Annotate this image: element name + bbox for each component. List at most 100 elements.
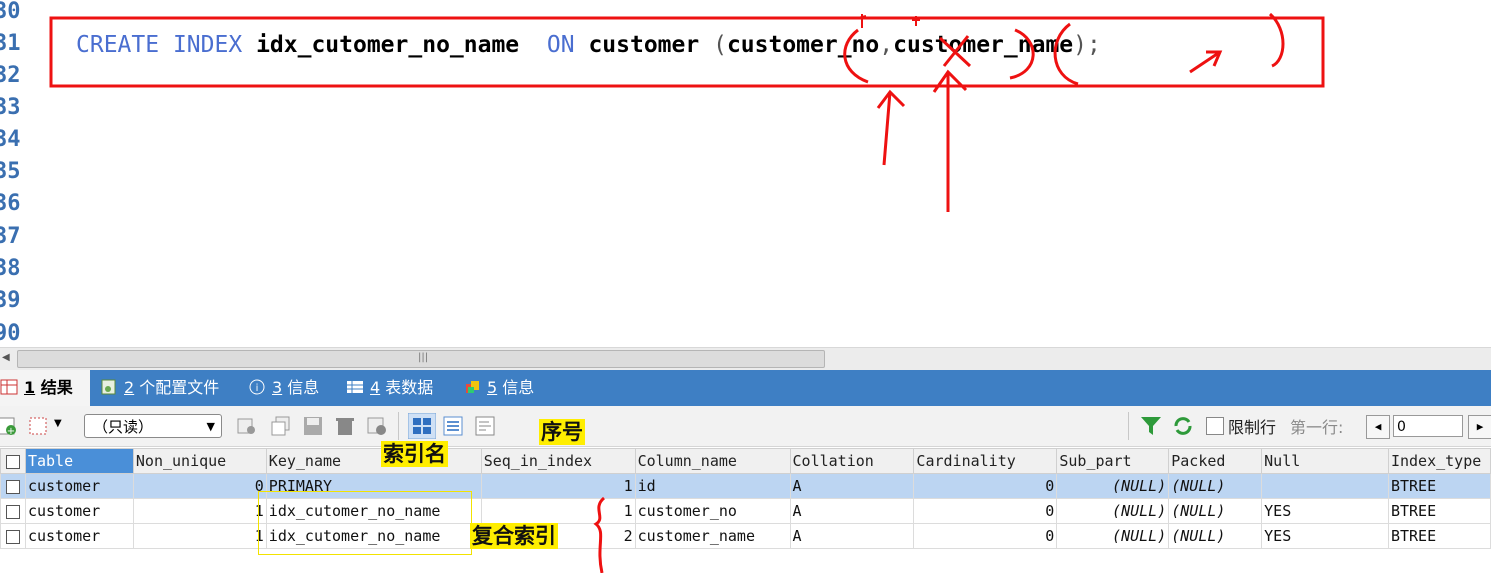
table-row[interactable]: customer 1 idx_cutomer_no_name 1 custome… xyxy=(0,498,1491,524)
column-header[interactable]: Index_type xyxy=(1387,448,1491,474)
cell-table[interactable]: customer xyxy=(24,473,134,499)
cell-cardinality[interactable]: 0 xyxy=(913,523,1058,549)
cell-non-unique[interactable]: 1 xyxy=(132,498,267,524)
index-table: Table Non_unique Key_name Seq_in_index C… xyxy=(0,448,1491,549)
cell-column-name[interactable]: id xyxy=(634,473,791,499)
cell-column-name[interactable]: customer_no xyxy=(634,498,791,524)
cell-seq-in-index[interactable]: 1 xyxy=(480,498,636,524)
checkbox[interactable] xyxy=(5,529,20,544)
limit-rows-checkbox[interactable] xyxy=(1206,417,1224,435)
scroll-left-arrow-icon[interactable]: ◀ xyxy=(2,352,10,363)
delete-row-icon[interactable] xyxy=(28,415,50,437)
cell-seq-in-index[interactable]: 1 xyxy=(480,473,636,499)
sql-editor[interactable]: 30 31 32 33 34 35 36 37 38 39 90 CREATE … xyxy=(0,0,1491,347)
cell-collation[interactable]: A xyxy=(789,498,915,524)
checkbox[interactable] xyxy=(5,479,20,494)
select-all-checkbox[interactable] xyxy=(0,448,26,474)
horizontal-scrollbar[interactable]: ◀ ||| xyxy=(0,347,1491,370)
tab-label: 信息 xyxy=(497,378,535,397)
refresh-icon[interactable] xyxy=(1172,415,1194,437)
dropdown-arrow-icon[interactable]: ▼ xyxy=(54,418,62,429)
filter-icon[interactable] xyxy=(1140,415,1162,437)
column-header[interactable]: Key_name xyxy=(265,448,482,474)
table-token: customer xyxy=(588,32,700,58)
cell-packed[interactable]: (NULL) xyxy=(1168,473,1263,499)
cell-table[interactable]: customer xyxy=(24,498,134,524)
chevron-down-icon: ▼ xyxy=(206,420,215,433)
tab-results[interactable]: 1 结果 xyxy=(0,370,90,406)
row-checkbox[interactable] xyxy=(0,498,26,524)
cell-sub-part[interactable]: (NULL) xyxy=(1056,498,1170,524)
column-header[interactable]: Collation xyxy=(789,448,915,474)
cell-packed[interactable]: (NULL) xyxy=(1168,498,1263,524)
line-number: 32 xyxy=(0,63,21,88)
tab-number: 1 xyxy=(24,378,36,397)
table-row[interactable]: customer 1 idx_cutomer_no_name 2 custome… xyxy=(0,523,1491,549)
cell-null[interactable] xyxy=(1261,473,1389,499)
column-header[interactable]: Null xyxy=(1261,448,1389,474)
chevron-left-icon: ◀ xyxy=(1374,420,1382,433)
next-page-button[interactable]: ▶ xyxy=(1468,415,1491,439)
info-icon xyxy=(466,381,479,393)
cell-cardinality[interactable]: 0 xyxy=(913,498,1058,524)
composite-index-annotation: 复合索引 xyxy=(470,523,558,549)
checkbox[interactable] xyxy=(5,454,20,469)
previous-page-button[interactable]: ◀ xyxy=(1366,415,1390,439)
refresh-data-icon[interactable] xyxy=(236,415,258,437)
tab-table-data[interactable]: 4 表数据 xyxy=(346,370,433,406)
cell-non-unique[interactable]: 1 xyxy=(132,523,267,549)
line-number: 34 xyxy=(0,127,21,152)
cell-column-name[interactable]: customer_name xyxy=(634,523,791,549)
cell-collation[interactable]: A xyxy=(789,523,915,549)
column-header[interactable]: Column_name xyxy=(634,448,791,474)
open-paren-token: ( xyxy=(713,32,727,58)
tab-info[interactable]: i 3 信息 xyxy=(248,370,319,406)
keyword-index: INDEX xyxy=(172,32,243,58)
tab-info-5[interactable]: 5 信息 xyxy=(463,370,534,406)
save-icon[interactable] xyxy=(302,415,324,437)
row-checkbox[interactable] xyxy=(0,473,26,499)
cell-sub-part[interactable]: (NULL) xyxy=(1056,473,1170,499)
cell-null[interactable]: YES xyxy=(1261,498,1389,524)
cell-table[interactable]: customer xyxy=(24,523,134,549)
column-token-1: customer_no xyxy=(726,32,880,58)
add-row-icon[interactable]: + xyxy=(0,415,18,437)
column-header[interactable]: Sub_part xyxy=(1056,448,1170,474)
cancel-changes-icon[interactable] xyxy=(366,415,388,437)
row-checkbox[interactable] xyxy=(0,523,26,549)
cell-collation[interactable]: A xyxy=(789,473,915,499)
result-grid-icon xyxy=(0,379,18,395)
cell-cardinality[interactable]: 0 xyxy=(913,473,1058,499)
column-header[interactable]: Seq_in_index xyxy=(480,448,636,474)
tab-profiles[interactable]: 2 个配置文件 xyxy=(100,370,219,406)
cell-null[interactable]: YES xyxy=(1261,523,1389,549)
grid-view-icon[interactable] xyxy=(408,413,436,439)
sql-statement[interactable]: CREATE INDEX idx_cutomer_no_name ON cust… xyxy=(76,30,1101,60)
cell-index-type[interactable]: BTREE xyxy=(1387,523,1491,549)
cell-key-name[interactable]: PRIMARY xyxy=(265,473,482,499)
cell-index-type[interactable]: BTREE xyxy=(1387,498,1491,524)
cell-index-type[interactable]: BTREE xyxy=(1387,473,1491,499)
first-row-input[interactable]: 0 xyxy=(1393,415,1463,437)
trash-icon[interactable] xyxy=(334,415,356,437)
column-header[interactable]: Non_unique xyxy=(132,448,267,474)
cell-non-unique[interactable]: 0 xyxy=(132,473,267,499)
column-header[interactable]: Packed xyxy=(1168,448,1263,474)
tab-label: 个配置文件 xyxy=(134,378,220,397)
cell-packed[interactable]: (NULL) xyxy=(1168,523,1263,549)
line-number: 31 xyxy=(0,31,21,56)
duplicate-row-icon[interactable] xyxy=(270,415,292,437)
cell-sub-part[interactable]: (NULL) xyxy=(1056,523,1170,549)
column-header[interactable]: Table xyxy=(24,448,134,474)
read-only-mode-select[interactable]: （只读） ▼ xyxy=(84,414,222,438)
checkbox[interactable] xyxy=(5,504,20,519)
table-row[interactable]: customer 0 PRIMARY 1 id A 0 (NULL) (NULL… xyxy=(0,473,1491,499)
form-view-icon[interactable] xyxy=(442,415,464,437)
cell-key-name[interactable]: idx_cutomer_no_name xyxy=(265,498,482,524)
cell-key-name[interactable]: idx_cutomer_no_name xyxy=(265,523,482,549)
text-view-icon[interactable] xyxy=(474,415,496,437)
result-toolbar: + ▼ （只读） ▼ 限制行 第一行: ◀ 0 ▶ xyxy=(0,406,1491,447)
scrollbar-thumb[interactable]: ||| xyxy=(17,350,825,368)
column-header[interactable]: Cardinality xyxy=(913,448,1058,474)
index-name-token: idx_cutomer_no_name xyxy=(256,32,520,58)
